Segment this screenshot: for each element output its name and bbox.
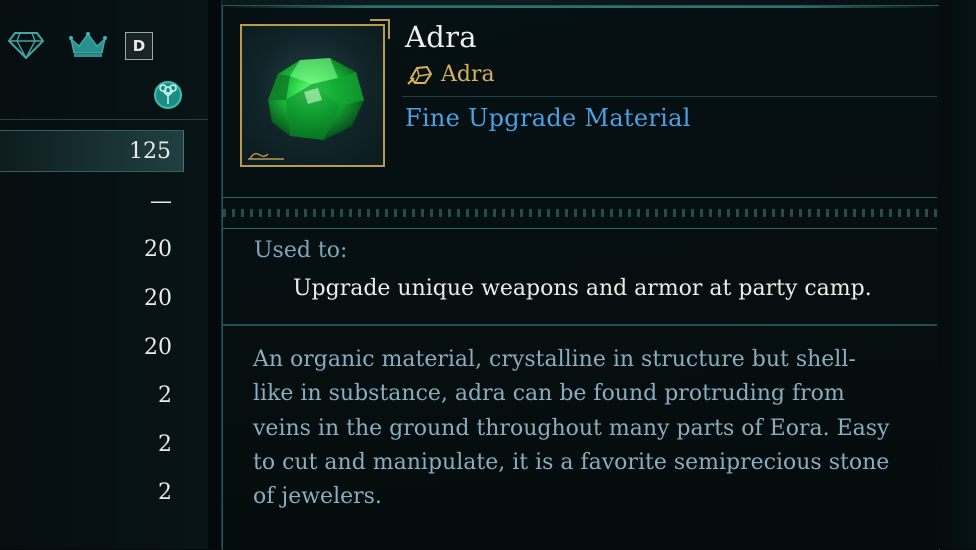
item-portrait-frame — [240, 19, 390, 167]
list-item[interactable]: 2 — [0, 371, 184, 420]
header-divider — [402, 96, 937, 97]
section-divider — [223, 324, 937, 326]
item-quantity: 2 — [158, 431, 172, 457]
frame-ornament — [248, 152, 284, 160]
list-item[interactable]: 2 — [0, 420, 184, 469]
quantity-list: 125 — 20 20 20 2 2 2 — [0, 130, 184, 517]
adra-gem-image — [268, 58, 364, 140]
inventory-list-panel: D 125 — 20 20 20 2 2 2 — [0, 0, 209, 549]
description-line: veins in the ground throughout many part… — [253, 415, 890, 441]
description-line: An organic material, crystalline in stru… — [253, 347, 856, 372]
item-quantity: 2 — [158, 480, 172, 506]
ore-icon — [407, 65, 433, 85]
tree-emblem-icon[interactable] — [153, 80, 183, 110]
item-category: Fine Upgrade Material — [405, 104, 691, 132]
item-detail-panel: Adra Adra Fine Upgrade Material Used to:… — [222, 5, 940, 550]
list-item[interactable]: 20 — [0, 226, 184, 275]
item-quantity: 125 — [129, 138, 171, 164]
d-key-badge[interactable]: D — [125, 32, 153, 60]
item-quantity: 2 — [158, 383, 172, 409]
crown-icon[interactable] — [68, 30, 108, 60]
usage-label: Used to: — [254, 238, 348, 263]
item-quantity: 20 — [144, 285, 172, 311]
list-item[interactable]: 2 — [0, 469, 184, 518]
item-quantity: — — [150, 188, 172, 214]
usage-text: Upgrade unique weapons and armor at part… — [293, 276, 872, 301]
list-item[interactable]: — — [0, 177, 184, 226]
list-item-selected[interactable]: 125 — [0, 130, 184, 172]
item-quantity: 20 — [144, 334, 172, 360]
diamond-icon[interactable] — [8, 30, 44, 60]
description-line: like in substance, adra can be found pro… — [253, 381, 845, 407]
item-source-label: Adra — [441, 62, 495, 87]
right-edge-backdrop — [939, 0, 976, 549]
description-line: to cut and manipulate, it is a favorite … — [253, 449, 890, 475]
list-item[interactable]: 20 — [0, 274, 184, 323]
description-line: of jewelers. — [253, 484, 382, 510]
list-item[interactable]: 20 — [0, 323, 184, 372]
panel-divider — [208, 0, 222, 549]
item-quantity: 20 — [144, 237, 172, 263]
frame-ornament — [370, 19, 390, 39]
item-name: Adra — [405, 20, 477, 54]
item-description: An organic material, crystalline in stru… — [253, 343, 913, 514]
item-source: Adra — [407, 62, 495, 87]
ornamental-divider-band — [223, 197, 937, 229]
list-divider — [0, 119, 208, 120]
